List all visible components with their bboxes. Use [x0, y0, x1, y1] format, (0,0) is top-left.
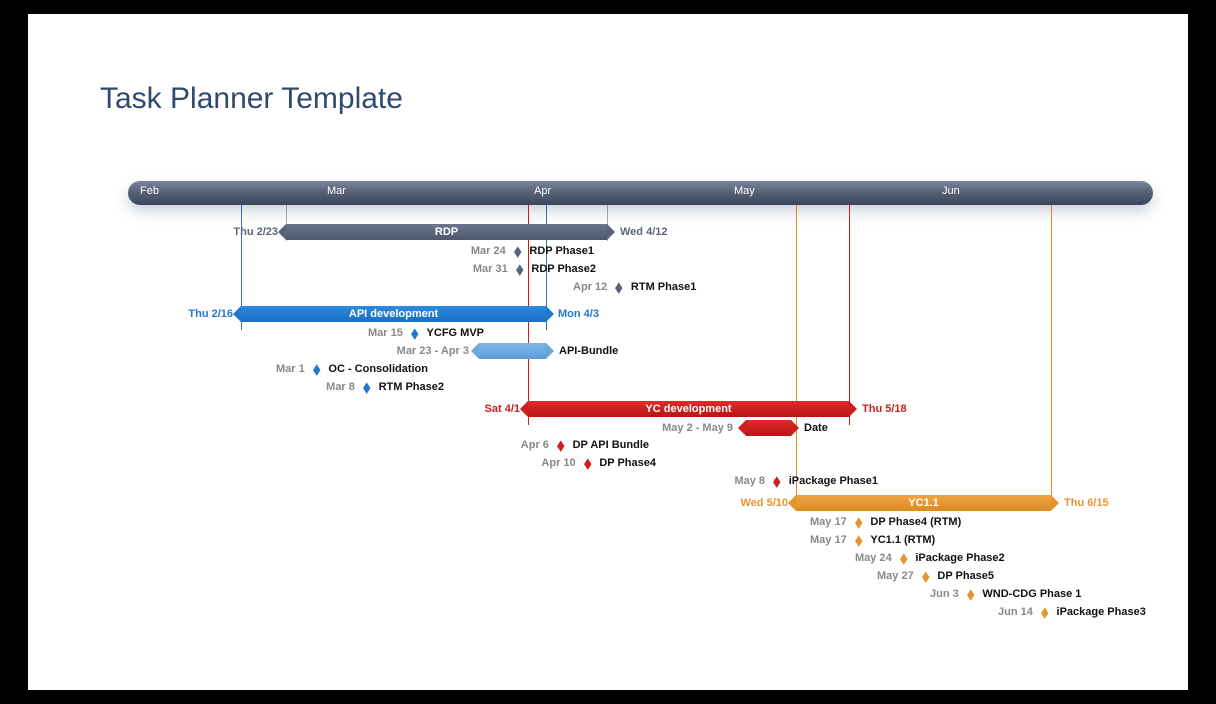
arrow-right-icon	[607, 224, 615, 240]
slide: Task Planner Template Feb Mar Apr May Ju…	[28, 14, 1188, 690]
gantt-chart: Feb Mar Apr May Jun RDP Thu 2/23 Wed 4/1…	[128, 169, 1153, 669]
ms-ipackage3: Jun 14 ◆ iPackage Phase3	[998, 606, 1146, 618]
bar-api: API development	[241, 306, 546, 322]
diamond-icon: ◆	[557, 440, 565, 451]
vline-orange-end	[1051, 205, 1052, 510]
month-jun: Jun	[942, 185, 960, 197]
bar-label: RDP	[435, 226, 458, 238]
ms-dp-phase4: Apr 10 ◆ DP Phase4	[541, 457, 656, 469]
arrow-right-icon	[546, 306, 554, 322]
arrow-left-icon	[278, 224, 286, 240]
rdp-start-date: Thu 2/23	[233, 226, 278, 238]
arrow-left-icon	[471, 343, 479, 359]
month-feb: Feb	[140, 185, 159, 197]
diamond-icon: ◆	[855, 517, 863, 528]
arrow-left-icon	[788, 495, 796, 511]
arrow-right-icon	[849, 401, 857, 417]
page-title: Task Planner Template	[100, 82, 403, 116]
ms-ipackage2: May 24 ◆ iPackage Phase2	[855, 552, 1005, 564]
month-apr: Apr	[534, 185, 551, 197]
yc11-end-date: Thu 6/15	[1064, 497, 1109, 509]
bar-yc11: YC1.1	[796, 495, 1051, 511]
arrow-left-icon	[738, 420, 746, 436]
rdp-end-date: Wed 4/12	[620, 226, 668, 238]
month-mar: Mar	[327, 185, 346, 197]
diamond-icon: ◆	[967, 589, 975, 600]
bar-apibundle	[479, 343, 546, 359]
ms-wnd-cdg: Jun 3 ◆ WND-CDG Phase 1	[930, 588, 1081, 600]
vline-orange-may	[796, 205, 797, 510]
ms-oc-consolidation: Mar 1 ◆ OC - Consolidation	[276, 363, 428, 375]
diamond-icon: ◆	[922, 571, 930, 582]
yc11-start-date: Wed 5/10	[741, 497, 789, 509]
bar-label: YC development	[645, 403, 731, 415]
api-start-date: Thu 2/16	[188, 308, 233, 320]
ms-rdp-phase1: Mar 24 ◆ RDP Phase1	[471, 245, 594, 257]
month-may: May	[734, 185, 755, 197]
ms-dp-phase4-rtm: May 17 ◆ DP Phase4 (RTM)	[810, 516, 961, 528]
diamond-icon: ◆	[313, 364, 321, 375]
diamond-icon: ◆	[514, 246, 522, 257]
ms-rdp-phase2: Mar 31 ◆ RDP Phase2	[473, 263, 596, 275]
diamond-icon: ◆	[773, 476, 781, 487]
arrow-right-icon	[546, 343, 554, 359]
ms-ycfg-mvp: Mar 15 ◆ YCFG MVP	[368, 327, 484, 339]
apibundle-label: API-Bundle	[559, 345, 618, 357]
bar-rdp: RDP	[286, 224, 607, 240]
arrow-right-icon	[791, 420, 799, 436]
ms-ipackage1: May 8 ◆ iPackage Phase1	[734, 475, 878, 487]
diamond-icon: ◆	[1041, 607, 1049, 618]
bar-label: API development	[349, 308, 438, 320]
arrow-right-icon	[1051, 495, 1059, 511]
ms-yc11-rtm: May 17 ◆ YC1.1 (RTM)	[810, 534, 935, 546]
diamond-icon: ◆	[516, 264, 524, 275]
bar-yc: YC development	[528, 401, 849, 417]
ms-dp-api-bundle: Apr 6 ◆ DP API Bundle	[521, 439, 649, 451]
diamond-icon: ◆	[900, 553, 908, 564]
diamond-icon: ◆	[584, 458, 592, 469]
diamond-icon: ◆	[855, 535, 863, 546]
bar-label: YC1.1	[908, 497, 939, 509]
ms-rtm-phase2: Mar 8 ◆ RTM Phase2	[326, 381, 444, 393]
yc-date-label: Date	[804, 422, 828, 434]
arrow-left-icon	[520, 401, 528, 417]
ms-dp-phase5: May 27 ◆ DP Phase5	[877, 570, 994, 582]
ms-rtm-phase1: Apr 12 ◆ RTM Phase1	[573, 281, 696, 293]
timescale	[128, 181, 1153, 205]
yc-end-date: Thu 5/18	[862, 403, 907, 415]
diamond-icon: ◆	[615, 282, 623, 293]
vline-red-end	[849, 205, 850, 425]
diamond-icon: ◆	[411, 328, 419, 339]
bar-yc-date	[746, 420, 791, 436]
api-end-date: Mon 4/3	[558, 308, 599, 320]
yc-start-date: Sat 4/1	[485, 403, 520, 415]
arrow-left-icon	[233, 306, 241, 322]
diamond-icon: ◆	[363, 382, 371, 393]
yc-date-range: May 2 - May 9	[662, 422, 733, 434]
apibundle-range: Mar 23 - Apr 3	[397, 345, 469, 357]
